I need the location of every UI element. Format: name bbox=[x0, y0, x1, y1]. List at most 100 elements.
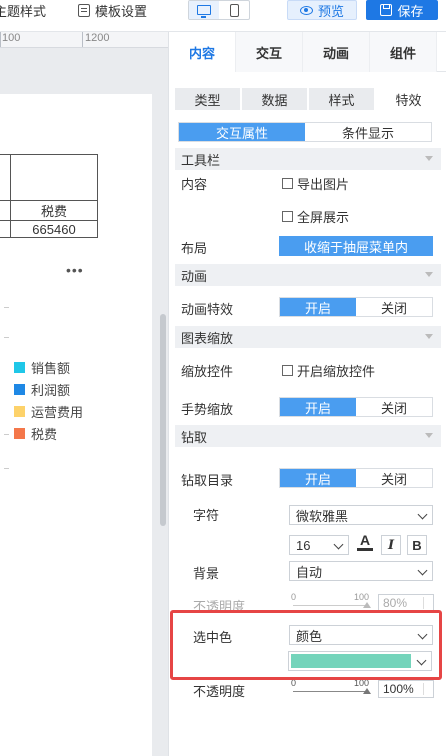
slider-thumb[interactable] bbox=[363, 688, 371, 694]
opacity-value: 80% bbox=[383, 596, 408, 610]
section-animation[interactable]: 动画 bbox=[175, 264, 441, 286]
layout-drawer-button[interactable]: 收缩于抽屉菜单内 bbox=[279, 236, 433, 256]
more-options-icon[interactable]: ••• bbox=[66, 262, 84, 278]
template-settings-label: 模板设置 bbox=[95, 3, 148, 19]
section-chart-zoom[interactable]: 图表缩放 bbox=[175, 326, 441, 348]
slider-max: 100 bbox=[353, 678, 369, 688]
selected-color-mode-select[interactable]: 颜色 bbox=[289, 625, 433, 645]
preview-button[interactable]: 预览 bbox=[287, 0, 357, 20]
section-drill[interactable]: 钻取 bbox=[175, 425, 441, 447]
slider-track bbox=[293, 605, 367, 606]
background-select[interactable]: 自动 bbox=[289, 561, 433, 581]
drill-directory-toggle: 开启 关闭 bbox=[279, 468, 433, 488]
ruler-tick bbox=[0, 32, 1, 47]
font-color-button[interactable]: A bbox=[355, 533, 375, 553]
slider-min: 0 bbox=[291, 592, 297, 602]
mode-conditional-display[interactable]: 条件显示 bbox=[305, 123, 431, 141]
desktop-view-button[interactable] bbox=[189, 1, 219, 19]
slider-track bbox=[293, 691, 367, 692]
selected-opacity-input[interactable]: 100% bbox=[378, 680, 434, 698]
tab-animation[interactable]: 动画 bbox=[303, 32, 370, 72]
legend-label: 运营费用 bbox=[31, 404, 84, 420]
checkbox-icon bbox=[282, 211, 293, 222]
animation-effect-toggle: 开启 关闭 bbox=[279, 297, 433, 317]
select-value: 16 bbox=[296, 537, 311, 553]
legend-swatch bbox=[14, 361, 25, 373]
export-image-checkbox[interactable]: 导出图片 bbox=[282, 174, 349, 193]
subtab-style[interactable]: 样式 bbox=[309, 88, 374, 110]
tab-interaction[interactable]: 交互 bbox=[236, 32, 303, 72]
slider-max: 100 bbox=[353, 592, 369, 602]
legend-label: 税费 bbox=[31, 426, 58, 442]
canvas-area: 100 1200 税费 665460 ••• 销售额 利润额 运营费用 税费 bbox=[0, 32, 168, 756]
tab-content[interactable]: 内容 bbox=[169, 32, 236, 72]
legend-item[interactable]: 利润额 bbox=[14, 378, 83, 400]
ruler-tick bbox=[82, 32, 83, 47]
font-label: 字符 bbox=[193, 508, 220, 523]
checkbox-icon bbox=[282, 178, 293, 189]
bold-button[interactable]: B bbox=[407, 535, 427, 555]
legend-item[interactable]: 运营费用 bbox=[14, 400, 83, 422]
axis-tick bbox=[4, 468, 9, 469]
data-table[interactable]: 税费 665460 bbox=[0, 154, 98, 238]
save-button[interactable]: 保存 bbox=[366, 0, 438, 20]
legend-label: 利润额 bbox=[31, 382, 71, 398]
save-icon bbox=[380, 4, 393, 16]
phone-icon bbox=[229, 3, 239, 17]
legend-item[interactable]: 销售额 bbox=[14, 356, 83, 378]
mode-interaction-properties[interactable]: 交互属性 bbox=[179, 123, 305, 141]
device-switch bbox=[188, 0, 250, 20]
tab-component[interactable]: 组件 bbox=[370, 32, 437, 72]
slider-thumb[interactable] bbox=[363, 602, 371, 608]
background-label: 背景 bbox=[193, 566, 220, 581]
toggle-on[interactable]: 开启 bbox=[280, 398, 356, 416]
toggle-on[interactable]: 开启 bbox=[280, 298, 356, 316]
table-header-cell: 税费 bbox=[10, 200, 98, 221]
preview-label: 预览 bbox=[317, 3, 344, 19]
subtab-type[interactable]: 类型 bbox=[175, 88, 240, 110]
fullscreen-checkbox[interactable]: 全屏展示 bbox=[282, 207, 349, 226]
section-title: 图表缩放 bbox=[181, 330, 234, 346]
slider-min: 0 bbox=[291, 678, 297, 688]
subtab-effects[interactable]: 特效 bbox=[376, 88, 441, 110]
section-title: 工具栏 bbox=[181, 152, 221, 168]
chevron-down-icon bbox=[333, 539, 344, 550]
horizontal-ruler: 100 1200 bbox=[0, 32, 168, 48]
table-value-cell: 665460 bbox=[10, 220, 98, 238]
theme-style-button[interactable]: 主题样式 bbox=[0, 0, 46, 20]
selected-color-picker[interactable] bbox=[288, 651, 432, 671]
mobile-view-button[interactable] bbox=[219, 1, 249, 19]
select-value: 微软雅黑 bbox=[296, 508, 349, 524]
section-title: 动画 bbox=[181, 268, 208, 284]
ruler-label: 1200 bbox=[85, 32, 110, 44]
chevron-down-icon bbox=[417, 565, 428, 576]
monitor-icon bbox=[197, 5, 211, 18]
toggle-off[interactable]: 关闭 bbox=[356, 298, 432, 316]
zoom-control-checkbox[interactable]: 开启缩放控件 bbox=[282, 361, 375, 380]
toggle-off[interactable]: 关闭 bbox=[356, 469, 432, 487]
axis-tick bbox=[4, 307, 9, 308]
selected-color-swatch bbox=[291, 654, 411, 668]
font-size-select[interactable]: 16 bbox=[289, 535, 349, 555]
checkbox-label: 开启缩放控件 bbox=[297, 364, 376, 379]
bg-opacity-input[interactable]: 80% bbox=[378, 594, 434, 612]
spinner-icon[interactable] bbox=[423, 597, 431, 609]
toggle-off[interactable]: 关闭 bbox=[356, 398, 432, 416]
selected-opacity-slider[interactable]: 0 100 bbox=[291, 678, 371, 698]
bg-opacity-slider[interactable]: 0 100 bbox=[291, 592, 371, 612]
selected-color-label: 选中色 bbox=[193, 630, 233, 645]
gesture-zoom-toggle: 开启 关闭 bbox=[279, 397, 433, 417]
spinner-icon[interactable] bbox=[423, 683, 431, 695]
checkbox-label: 全屏展示 bbox=[297, 210, 350, 225]
caret-down-icon bbox=[425, 272, 433, 277]
legend-item[interactable]: 税费 bbox=[14, 422, 83, 444]
font-family-select[interactable]: 微软雅黑 bbox=[289, 505, 433, 525]
italic-button[interactable]: I bbox=[381, 535, 401, 555]
axis-tick bbox=[4, 337, 9, 338]
section-toolbar[interactable]: 工具栏 bbox=[175, 148, 441, 170]
toggle-on[interactable]: 开启 bbox=[280, 469, 356, 487]
template-settings-button[interactable]: 模板设置 bbox=[78, 0, 147, 20]
canvas-scrollbar[interactable] bbox=[160, 314, 166, 526]
subtab-data[interactable]: 数据 bbox=[242, 88, 307, 110]
chevron-down-icon bbox=[416, 655, 427, 666]
